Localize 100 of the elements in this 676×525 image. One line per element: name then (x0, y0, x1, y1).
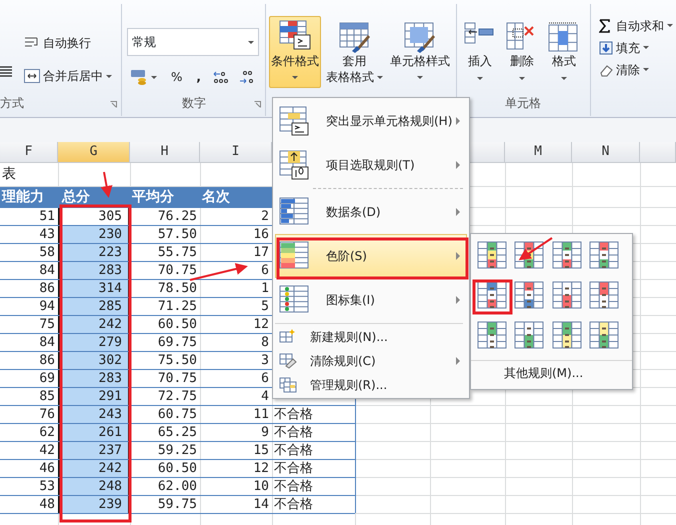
table-cell: 261 (58, 424, 130, 441)
table-cell: 239 (58, 496, 130, 513)
insert-button[interactable]: 插入 (461, 18, 499, 83)
menu-item[interactable]: 管理规则(R)... (275, 373, 467, 397)
merge-center-button[interactable]: 合并后居中 (22, 67, 114, 85)
table-cell: 86 (39, 353, 55, 368)
menu-item[interactable]: 清除规则(C) (275, 349, 467, 373)
group-label: 数字 (182, 95, 206, 112)
caret-icon (248, 40, 254, 44)
caret-icon (417, 76, 423, 79)
table-cell: 不合格 (274, 407, 313, 422)
table-cell: 65.25 (158, 425, 197, 440)
table-cell: 62.00 (158, 479, 197, 494)
color-scale-icon[interactable] (477, 280, 507, 310)
column-header[interactable]: F (0, 142, 58, 163)
submenu-arrow-icon (456, 208, 460, 216)
table-cell: 3 (261, 353, 269, 368)
table-cell: 76 (39, 407, 55, 422)
table-cell: 43 (39, 227, 55, 242)
wrap-text-button[interactable]: 自动换行 (22, 34, 93, 52)
number-format-field[interactable]: 常规 (127, 28, 259, 56)
conditional-format-button[interactable]: 条件格式 (269, 16, 321, 88)
table-cell: 78.50 (158, 281, 197, 296)
menu-item[interactable]: 其他规则(M)... (475, 361, 628, 385)
cell-styles-button[interactable]: 单元格样式 (388, 16, 452, 82)
increase-decimal-icon[interactable] (212, 70, 229, 84)
comma-button[interactable]: , (194, 68, 203, 86)
currency-button[interactable] (128, 69, 159, 85)
decrease-decimal-icon[interactable] (238, 70, 255, 84)
table-cell: 60.75 (158, 407, 197, 422)
column-header[interactable]: N (572, 142, 640, 163)
column-heading: 平均分 (130, 187, 200, 207)
table-cell: 85 (39, 389, 55, 404)
table-cell: 70.75 (158, 371, 197, 386)
color-scale-icon[interactable] (588, 280, 619, 310)
color-scale-icon[interactable] (514, 280, 544, 310)
caret-icon (667, 24, 673, 27)
caret-icon (292, 76, 298, 79)
sheet-title: 表 (1, 165, 17, 184)
column-heading: 名次 (200, 187, 272, 207)
menu-item[interactable]: 项目选取规则(T) (275, 143, 467, 187)
eraser-icon (599, 62, 613, 76)
align-justify-icon (0, 66, 12, 78)
table-cell: 8 (261, 335, 269, 350)
color-scale-icon[interactable] (552, 320, 582, 350)
dialog-launcher-icon[interactable] (254, 101, 261, 108)
column-header[interactable]: G (58, 142, 130, 163)
menu-item[interactable]: 新建规则(N)... (275, 325, 467, 349)
caret-icon (151, 76, 157, 78)
submenu-arrow-icon (456, 161, 460, 169)
table-cell: 1 (261, 281, 269, 296)
table-cell: 55.75 (158, 245, 197, 260)
color-scale-icon[interactable] (588, 240, 619, 270)
menu-item[interactable]: 图标集(I) (275, 278, 467, 322)
table-cell: 48 (39, 497, 55, 512)
caret-icon (106, 74, 112, 78)
merge-cells-icon (24, 69, 40, 83)
table-cell: 4 (261, 389, 269, 404)
autosum-button[interactable]: 自动求和 (597, 16, 675, 35)
column-header[interactable]: H (130, 142, 200, 163)
column-header[interactable]: M (505, 142, 572, 163)
table-cell: 57.50 (158, 227, 197, 242)
menu-item[interactable]: 数据条(D) (275, 190, 467, 234)
submenu-arrow-icon (456, 357, 460, 365)
table-cell: 279 (58, 334, 130, 351)
table-cell: 243 (58, 406, 130, 423)
fill-button[interactable]: 填充 (597, 38, 675, 57)
table-cell: 53 (39, 479, 55, 494)
color-scale-icon[interactable] (514, 320, 544, 350)
table-cell: 46 (39, 461, 55, 476)
color-scale-icon[interactable] (477, 240, 507, 270)
format-button[interactable]: 格式 (545, 18, 583, 83)
table-cell: 248 (58, 478, 130, 495)
table-cell: 59.75 (158, 497, 197, 512)
delete-button[interactable]: 删除 (503, 18, 541, 83)
caret-icon (477, 77, 483, 80)
menu-item[interactable]: 突出显示单元格规则(H) (275, 99, 467, 143)
group-label: 方式 (0, 95, 24, 112)
table-cell: 94 (39, 299, 55, 314)
format-as-table-button[interactable]: 套用 表格格式 (324, 16, 385, 88)
table-cell: 305 (58, 208, 130, 225)
table-cell: 10 (253, 479, 269, 494)
table-cell: 58 (39, 245, 55, 260)
table-cell: 285 (58, 298, 130, 315)
table-cell: 9 (261, 425, 269, 440)
annotation-arrow (100, 172, 112, 198)
table-cell: 不合格 (274, 443, 313, 458)
table-cell: 12 (253, 461, 269, 476)
color-scale-icon[interactable] (552, 280, 582, 310)
caret-icon (643, 68, 649, 71)
color-scale-icon[interactable] (552, 240, 582, 270)
table-cell: 16 (253, 227, 269, 242)
table-cell: 5 (261, 299, 269, 314)
clear-button[interactable]: 清除 (597, 60, 675, 79)
column-header[interactable]: I (200, 142, 272, 163)
dialog-launcher-icon[interactable] (110, 101, 117, 108)
annotation-arrow (518, 237, 553, 260)
color-scale-icon[interactable] (588, 320, 619, 350)
percent-button[interactable]: % (169, 68, 184, 86)
color-scale-icon[interactable] (477, 320, 507, 350)
